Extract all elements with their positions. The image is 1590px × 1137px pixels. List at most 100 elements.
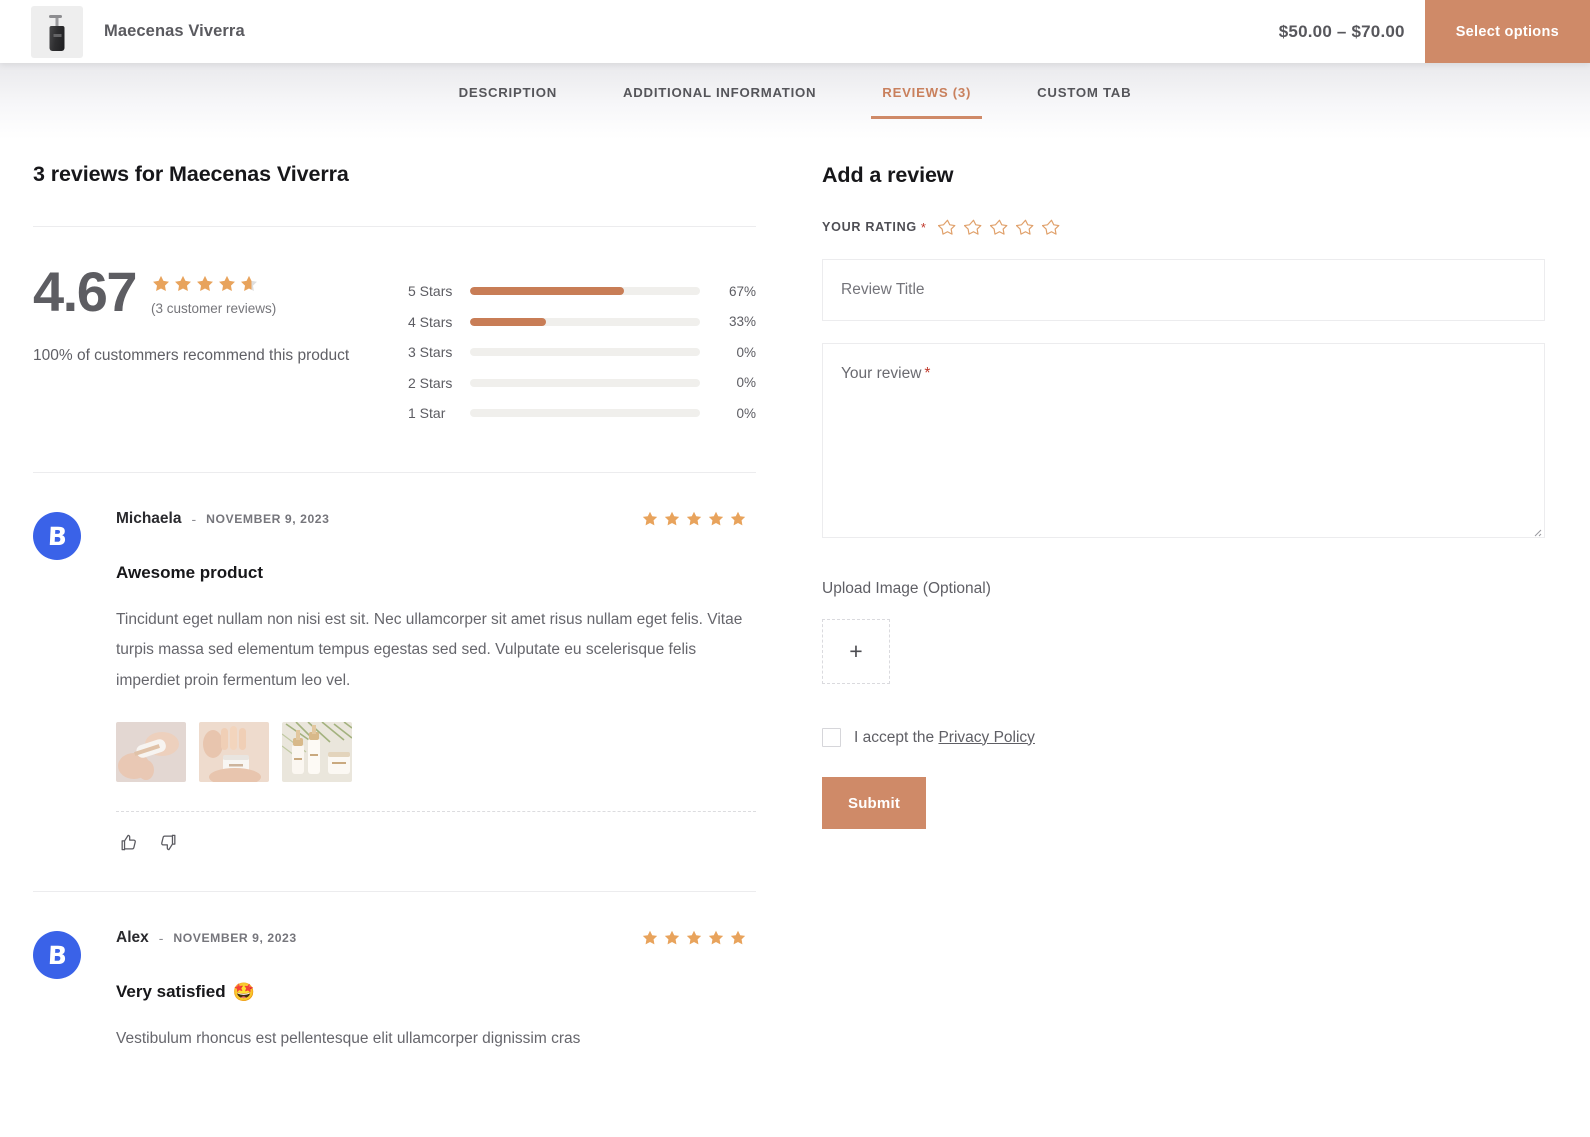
review-photo-hand-jar[interactable] — [199, 721, 269, 782]
rating-summary: 4.67 (3 customer reviews) 100% of custom… — [33, 260, 756, 429]
breakdown-percent: 0% — [736, 344, 756, 360]
breakdown-fill — [470, 287, 625, 296]
star-icon — [175, 275, 191, 292]
review-author: Michaela — [116, 509, 182, 527]
breakdown-label: 5 Stars — [408, 283, 453, 300]
your-rating-label: YOUR RATING — [822, 220, 917, 234]
select-options-button[interactable]: Select options — [1424, 0, 1590, 63]
privacy-consent-row: I accept the Privacy Policy — [822, 728, 1545, 747]
breakdown-percent: 67% — [728, 283, 756, 299]
bottle-body-icon — [49, 25, 65, 51]
rating-summary-left: 4.67 (3 customer reviews) 100% of custom… — [33, 260, 408, 370]
review-date: NOVEMBER 9, 2023 — [173, 930, 297, 945]
product-tabs-bar: DESCRIPTION ADDITIONAL INFORMATION REVIE… — [0, 63, 1590, 139]
review-text-input[interactable] — [822, 343, 1545, 538]
upload-image-label: Upload Image (Optional) — [822, 580, 991, 597]
product-tabs: DESCRIPTION ADDITIONAL INFORMATION REVIE… — [0, 63, 1590, 119]
star-icon-partial — [241, 275, 257, 292]
review-title-row: Awesome product — [116, 563, 756, 583]
privacy-consent-text: I accept the Privacy Policy — [854, 728, 1035, 746]
breakdown-row-5-stars: 5 Stars 67% — [408, 276, 756, 307]
star-icon — [664, 930, 680, 944]
breakdown-track — [470, 378, 700, 387]
review-text: Vestibulum rhoncus est pellentesque elit… — [116, 1029, 581, 1047]
star-icon — [642, 511, 658, 525]
review-meta: Michaela - NOVEMBER 9, 2023 — [116, 508, 756, 530]
review-textarea-wrap: Your review * — [822, 343, 1545, 538]
price-range: $50.00 – $70.00 — [1278, 21, 1405, 41]
review-title: Very satisfied — [116, 981, 226, 1001]
tab-description[interactable]: DESCRIPTION — [426, 85, 590, 119]
breakdown-label: 4 Stars — [408, 313, 453, 330]
header-right-group: $50.00 – $70.00 Select options — [1279, 0, 1590, 63]
tab-additional-information[interactable]: ADDITIONAL INFORMATION — [590, 85, 849, 119]
thumbs-down-icon[interactable] — [159, 833, 179, 853]
summary-stars-block: (3 customer reviews) — [151, 267, 276, 316]
star-icon — [153, 275, 169, 292]
privacy-policy-link[interactable]: Privacy Policy — [938, 729, 1034, 746]
thumbs-up-icon[interactable] — [119, 833, 139, 853]
breakdown-percent: 33% — [728, 314, 756, 330]
required-mark: * — [920, 219, 926, 235]
review-photo-products-palm[interactable] — [282, 721, 352, 782]
list-item: B Alex - NOVEMBER 9, 2023 Very satisfied… — [33, 892, 756, 1055]
rating-star-input[interactable] — [937, 218, 1061, 237]
breakdown-row-1-star: 1 Star 0% — [408, 398, 756, 429]
breakdown-label: 1 Star — [408, 405, 446, 422]
tab-custom-tab[interactable]: CUSTOM TAB — [1004, 85, 1164, 119]
star-outline-icon[interactable] — [1041, 218, 1061, 237]
star-outline-icon[interactable] — [1015, 218, 1035, 237]
star-icon — [686, 511, 702, 525]
review-title-input[interactable] — [822, 259, 1545, 321]
main-content: 3 reviews for Maecenas Viverra 4.67 (3 c… — [0, 139, 1590, 1054]
review-meta-separator: - — [191, 510, 197, 527]
star-icon — [664, 511, 680, 525]
divider — [33, 226, 756, 227]
star-icon — [197, 275, 213, 292]
average-score: 4.67 — [33, 260, 138, 323]
review-star-rating — [641, 510, 756, 528]
review-body: Michaela - NOVEMBER 9, 2023 Awesome prod… — [116, 508, 756, 853]
customer-reviews-count: (3 customer reviews) — [151, 301, 277, 316]
breakdown-row-4-stars: 4 Stars 33% — [408, 307, 756, 338]
header-left-group: Maecenas Viverra — [0, 5, 1279, 58]
bottle-label-icon — [53, 33, 61, 37]
add-review-column: Add a review YOUR RATING * Your review* … — [822, 139, 1545, 1054]
your-rating-row: YOUR RATING * — [822, 217, 1545, 237]
review-meta-separator: - — [158, 929, 164, 946]
privacy-policy-checkbox[interactable] — [822, 728, 841, 747]
star-icon — [708, 511, 724, 525]
review-text: Tincidunt eget nullam non nisi est sit. … — [116, 610, 743, 689]
breakdown-track — [470, 348, 700, 357]
sticky-product-header: Maecenas Viverra $50.00 – $70.00 Select … — [0, 0, 1590, 63]
reviews-heading: 3 reviews for Maecenas Viverra — [33, 162, 349, 186]
star-icon — [730, 930, 746, 944]
star-outline-icon[interactable] — [937, 218, 957, 237]
summary-star-rating — [151, 274, 276, 294]
breakdown-track — [470, 287, 700, 296]
recommend-text: 100% of custommers recommend this produc… — [33, 347, 350, 365]
breakdown-fill — [470, 317, 546, 326]
breakdown-percent: 0% — [736, 375, 756, 391]
star-icon — [708, 930, 724, 944]
upload-image-button[interactable]: + — [822, 619, 890, 684]
breakdown-track — [470, 409, 700, 418]
star-icon — [219, 275, 235, 292]
review-photo-hand-bottle[interactable] — [116, 721, 186, 782]
avatar-letter: B — [47, 521, 67, 550]
star-outline-icon[interactable] — [963, 218, 983, 237]
page-title: Maecenas Viverra — [104, 22, 245, 40]
review-actions — [116, 812, 756, 853]
product-thumbnail-image — [31, 5, 83, 58]
star-icon — [686, 930, 702, 944]
review-title: Awesome product — [116, 562, 264, 582]
avatar: B — [33, 930, 81, 979]
star-outline-icon[interactable] — [989, 218, 1009, 237]
breakdown-track — [470, 317, 700, 326]
breakdown-percent: 0% — [736, 405, 756, 421]
submit-button[interactable]: Submit — [822, 777, 926, 829]
breakdown-row-3-stars: 3 Stars 0% — [408, 337, 756, 368]
breakdown-label: 2 Stars — [408, 374, 453, 391]
review-author: Alex — [116, 928, 149, 946]
tab-reviews[interactable]: REVIEWS (3) — [849, 85, 1004, 119]
